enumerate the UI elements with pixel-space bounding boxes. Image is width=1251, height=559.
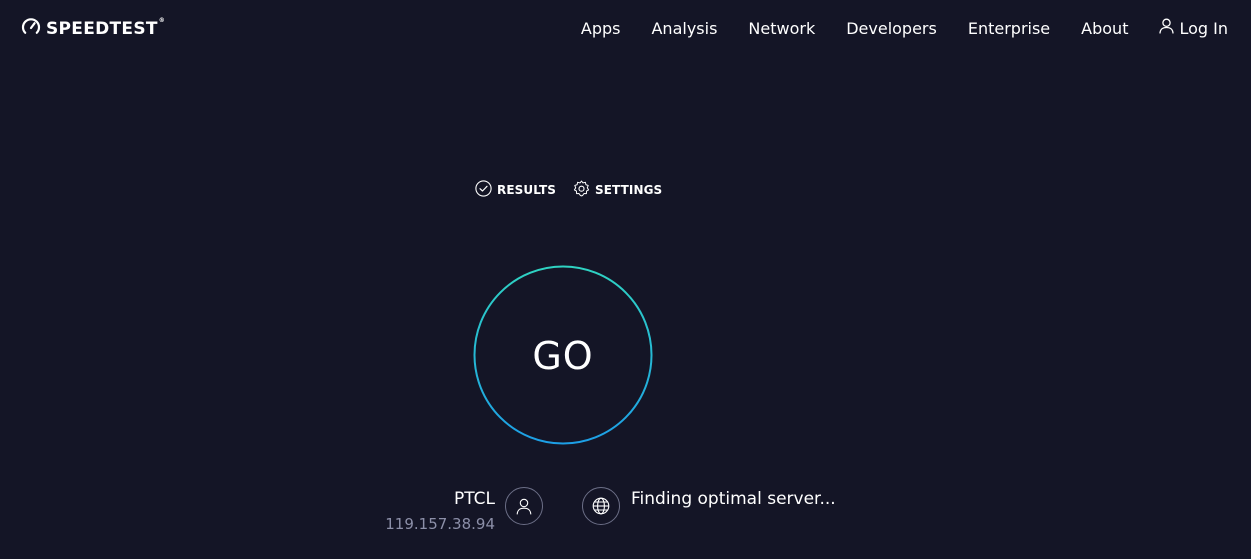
isp-ip: 119.157.38.94 (385, 515, 495, 533)
speedtest-logo[interactable]: SPEEDTEST® (21, 17, 165, 41)
test-subnav: RESULTS SETTINGS (475, 180, 662, 200)
go-button[interactable]: GO (473, 265, 653, 445)
nav-analysis[interactable]: Analysis (651, 19, 717, 39)
isp-user-icon (505, 487, 543, 525)
nav-developers[interactable]: Developers (846, 19, 937, 39)
login-label: Log In (1179, 18, 1228, 38)
server-status: Finding optimal server... (631, 489, 836, 509)
check-circle-icon (475, 180, 492, 200)
logo-text: SPEEDTEST® (46, 17, 166, 39)
speedtest-page: SPEEDTEST® Apps Analysis Network Develop… (0, 0, 1251, 559)
nav-apps[interactable]: Apps (581, 19, 621, 39)
isp-info: PTCL 119.157.38.94 (385, 488, 495, 533)
go-label: GO (532, 334, 594, 378)
results-link[interactable]: RESULTS (475, 180, 556, 200)
settings-label: SETTINGS (595, 183, 663, 197)
main-nav: Apps Analysis Network Developers Enterpr… (550, 18, 1228, 39)
go-button-wrapper: GO (473, 265, 653, 445)
nav-network[interactable]: Network (748, 19, 815, 39)
user-icon (1159, 18, 1175, 39)
user-icon (516, 498, 532, 515)
settings-link[interactable]: SETTINGS (573, 180, 662, 200)
isp-name: PTCL (454, 489, 495, 509)
nav-about[interactable]: About (1081, 19, 1128, 39)
server-globe-button[interactable] (582, 487, 620, 525)
login-link[interactable]: Log In (1159, 18, 1228, 39)
globe-icon (592, 497, 610, 515)
nav-enterprise[interactable]: Enterprise (968, 19, 1050, 39)
gear-icon (573, 180, 590, 200)
gauge-icon (21, 17, 41, 41)
results-label: RESULTS (497, 183, 557, 197)
